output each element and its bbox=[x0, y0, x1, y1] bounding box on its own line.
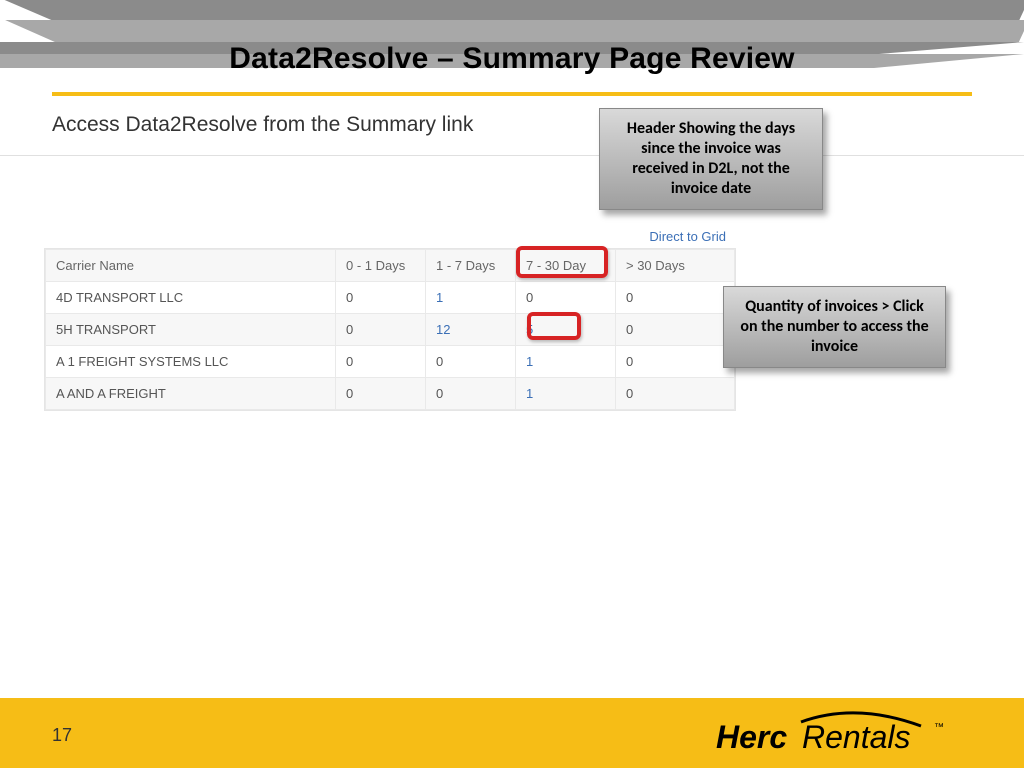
cell-0-1: 0 bbox=[336, 346, 426, 378]
logo-bold: Herc bbox=[716, 719, 787, 755]
logo-italic: Rentals bbox=[802, 719, 911, 755]
highlight-box-header bbox=[516, 246, 608, 278]
cell-1-7[interactable]: 12 bbox=[426, 314, 516, 346]
col-carrier-name: Carrier Name bbox=[46, 250, 336, 282]
cell-1-7[interactable]: 1 bbox=[426, 282, 516, 314]
divider bbox=[0, 155, 1024, 156]
highlight-box-cell bbox=[527, 312, 581, 340]
herc-rentals-logo: Herc Rentals ™ bbox=[716, 708, 976, 758]
cell-0-1: 0 bbox=[336, 314, 426, 346]
table-row: 5H TRANSPORT01250 bbox=[46, 314, 735, 346]
cell-0-1: 0 bbox=[336, 282, 426, 314]
cell-carrier-name: A AND A FREIGHT bbox=[46, 378, 336, 410]
callout-pointer bbox=[0, 20, 1024, 42]
summary-table: Carrier Name 0 - 1 Days 1 - 7 Days 7 - 3… bbox=[44, 248, 736, 411]
logo-tm: ™ bbox=[934, 722, 944, 733]
table-row: A AND A FREIGHT0010 bbox=[46, 378, 735, 410]
cell-gt-30: 0 bbox=[616, 314, 735, 346]
direct-to-grid-link[interactable]: Direct to Grid bbox=[44, 229, 736, 244]
slide: Data2Resolve – Summary Page Review Acces… bbox=[0, 0, 1024, 768]
cell-carrier-name: 4D TRANSPORT LLC bbox=[46, 282, 336, 314]
table-row: 4D TRANSPORT LLC0100 bbox=[46, 282, 735, 314]
table-row: A 1 FREIGHT SYSTEMS LLC0010 bbox=[46, 346, 735, 378]
callout-pointer-shadow bbox=[0, 0, 1024, 20]
cell-gt-30: 0 bbox=[616, 282, 735, 314]
col-0-1-days: 0 - 1 Days bbox=[336, 250, 426, 282]
cell-1-7: 0 bbox=[426, 346, 516, 378]
subtitle: Access Data2Resolve from the Summary lin… bbox=[52, 113, 473, 137]
cell-7-30: 0 bbox=[516, 282, 616, 314]
table-header-row: Carrier Name 0 - 1 Days 1 - 7 Days 7 - 3… bbox=[46, 250, 735, 282]
page-title: Data2Resolve – Summary Page Review bbox=[0, 42, 1024, 76]
cell-7-30[interactable]: 1 bbox=[516, 378, 616, 410]
cell-1-7: 0 bbox=[426, 378, 516, 410]
cell-7-30[interactable]: 1 bbox=[516, 346, 616, 378]
callout-quantity: Quantity of invoices > Click on the numb… bbox=[723, 286, 946, 368]
col-1-7-days: 1 - 7 Days bbox=[426, 250, 516, 282]
cell-gt-30: 0 bbox=[616, 346, 735, 378]
cell-gt-30: 0 bbox=[616, 378, 735, 410]
cell-0-1: 0 bbox=[336, 378, 426, 410]
title-rule bbox=[52, 92, 972, 96]
cell-carrier-name: 5H TRANSPORT bbox=[46, 314, 336, 346]
callout-header-days: Header Showing the days since the invoic… bbox=[599, 108, 823, 210]
col-gt-30-days: > 30 Days bbox=[616, 250, 735, 282]
page-number: 17 bbox=[52, 725, 72, 746]
cell-carrier-name: A 1 FREIGHT SYSTEMS LLC bbox=[46, 346, 336, 378]
